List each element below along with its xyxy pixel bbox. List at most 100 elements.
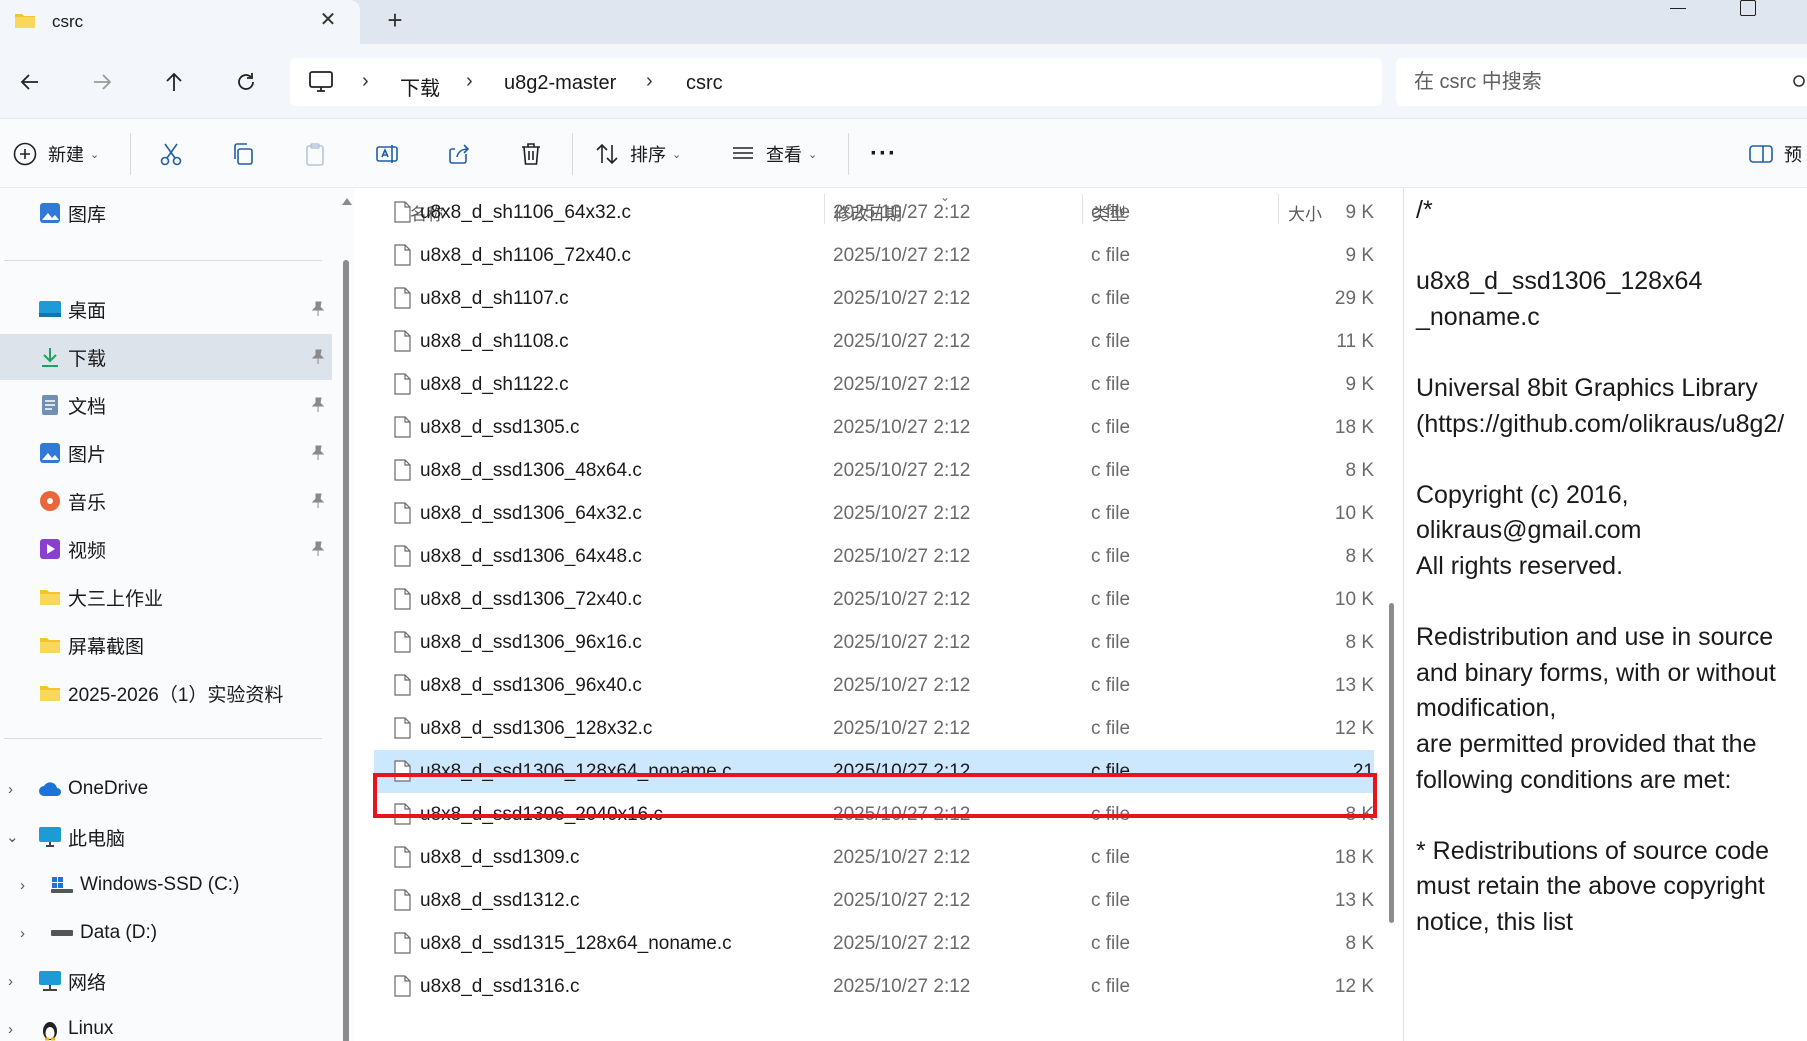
delete-button[interactable] [518, 135, 544, 173]
search-box[interactable] [1396, 58, 1807, 106]
chevron-down-icon[interactable]: ⌄ [6, 828, 19, 846]
sidebar-label: 视频 [68, 540, 107, 562]
sidebar-item-folder[interactable]: 2025-2026（1）实验资料 [0, 670, 332, 716]
file-row[interactable]: u8x8_d_ssd1306_64x32.c 2025/10/27 2:12 c f… [374, 492, 1374, 535]
file-date: 2025/10/27 2:12 [833, 460, 971, 481]
new-tab-button[interactable]: + [380, 6, 410, 36]
file-date: 2025/10/27 2:12 [833, 890, 971, 911]
navigation-pane: 图库 桌面 下载 文档 图片 音乐 视频 大三上作业 屏幕截图 2025-202… [0, 188, 340, 1041]
address-bar[interactable]: › 下载 › u8g2-master › csrc [290, 58, 1382, 106]
scrollbar-thumb[interactable] [343, 260, 349, 1041]
folder-icon [15, 14, 35, 28]
file-date: 2025/10/27 2:12 [833, 718, 971, 739]
file-row[interactable]: u8x8_d_sh1122.c 2025/10/27 2:12 c file 9 K [374, 363, 1374, 406]
pin-icon[interactable] [310, 349, 326, 365]
file-row[interactable]: u8x8_d_ssd1306_96x16.c 2025/10/27 2:12 c f… [374, 621, 1374, 664]
file-icon [394, 459, 411, 481]
chevron-right-icon[interactable]: › [20, 925, 25, 942]
file-row[interactable]: u8x8_d_ssd1306_72x40.c 2025/10/27 2:12 c f… [374, 578, 1374, 621]
sidebar-item-onedrive[interactable]: › OneDrive [0, 766, 332, 812]
file-row[interactable]: u8x8_d_sh1108.c 2025/10/27 2:12 c file 11 K [374, 320, 1374, 363]
chevron-right-icon[interactable]: › [8, 781, 13, 798]
file-size: 10 K [1334, 503, 1374, 524]
breadcrumb-csrc[interactable]: csrc [686, 72, 723, 95]
file-name: u8x8_d_sh1107.c [420, 288, 569, 309]
file-row[interactable]: u8x8_d_ssd1306_2040x16.c 2025/10/27 2:12 c… [374, 793, 1374, 836]
share-button[interactable] [446, 135, 472, 173]
scroll-up-arrow-icon[interactable] [342, 198, 352, 205]
more-icon: ··· [870, 140, 897, 167]
pin-icon[interactable] [310, 541, 326, 557]
scrollbar-thumb[interactable] [1389, 603, 1394, 923]
maximize-button[interactable] [1740, 0, 1756, 16]
sidebar-item-pictures[interactable]: 图片 [0, 430, 332, 476]
new-button[interactable]: 新建 ⌄ [12, 135, 99, 173]
sidebar-item-music[interactable]: 音乐 [0, 478, 332, 524]
sidebar-item-drive-c[interactable]: › Windows-SSD (C:) [0, 862, 332, 908]
back-button[interactable] [10, 62, 50, 102]
file-date: 2025/10/27 2:12 [833, 761, 971, 782]
file-row[interactable]: u8x8_d_ssd1312.c 2025/10/27 2:12 c file 13 … [374, 879, 1374, 922]
pin-icon[interactable] [310, 301, 326, 317]
sidebar-item-this-pc[interactable]: ⌄ 此电脑 [0, 814, 332, 860]
breadcrumb-downloads[interactable]: 下载 [400, 72, 440, 101]
file-list-scrollbar[interactable] [1386, 188, 1398, 1041]
preview-pane-button[interactable]: 预 [1748, 135, 1802, 173]
file-name: u8x8_d_sh1108.c [420, 331, 569, 352]
plus-circle-icon [13, 142, 37, 166]
chevron-right-icon[interactable]: › [8, 1021, 13, 1038]
view-button[interactable]: 查看 ⌄ [730, 135, 817, 173]
file-row[interactable]: u8x8_d_ssd1306_96x40.c 2025/10/27 2:12 c f… [374, 664, 1374, 707]
share-icon [449, 144, 470, 164]
copy-button[interactable] [230, 135, 256, 173]
file-row[interactable]: u8x8_d_ssd1316.c 2025/10/27 2:12 c file 12 … [374, 965, 1374, 1008]
close-tab-icon[interactable]: ✕ [316, 8, 340, 32]
file-row[interactable]: u8x8_d_sh1107.c 2025/10/27 2:12 c file 29 K [374, 277, 1374, 320]
penguin-icon [38, 1017, 62, 1041]
divider [4, 260, 322, 261]
chevron-right-icon[interactable]: › [20, 877, 25, 894]
tab-csrc[interactable]: csrc ✕ [0, 0, 360, 44]
cut-button[interactable] [158, 135, 184, 173]
preview-line: /* [1416, 196, 1433, 224]
up-button[interactable] [154, 62, 194, 102]
file-row[interactable]: u8x8_d_ssd1306_128x32.c 2025/10/27 2:12 c … [374, 707, 1374, 750]
pin-icon[interactable] [310, 445, 326, 461]
sidebar-item-drive-d[interactable]: › Data (D:) [0, 910, 332, 956]
file-name: u8x8_d_ssd1305.c [420, 417, 580, 438]
file-row[interactable]: u8x8_d_ssd1315_128x64_noname.c 2025/10/27… [374, 922, 1374, 965]
breadcrumb-u8g2-master[interactable]: u8g2-master [504, 72, 616, 95]
sort-button[interactable]: 排序 ⌄ [594, 135, 681, 173]
paste-button[interactable] [302, 135, 328, 173]
file-size: 12 K [1334, 976, 1374, 997]
file-date: 2025/10/27 2:12 [833, 288, 971, 309]
sidebar-item-downloads[interactable]: 下载 [0, 334, 332, 380]
file-row[interactable]: u8x8_d_sh1106_72x40.c 2025/10/27 2:12 c fi… [374, 234, 1374, 277]
file-name: u8x8_d_ssd1306_128x32.c [420, 718, 653, 739]
forward-button[interactable] [82, 62, 122, 102]
search-input[interactable] [1414, 68, 1794, 96]
sidebar-item-documents[interactable]: 文档 [0, 382, 332, 428]
chevron-right-icon[interactable]: › [8, 973, 13, 990]
file-row[interactable]: u8x8_d_ssd1306_64x48.c 2025/10/27 2:12 c f… [374, 535, 1374, 578]
file-row[interactable]: u8x8_d_ssd1306_48x64.c 2025/10/27 2:12 c f… [374, 449, 1374, 492]
file-row[interactable]: u8x8_d_ssd1305.c 2025/10/27 2:12 c file 18 … [374, 406, 1374, 449]
sidebar-item-folder[interactable]: 大三上作业 [0, 574, 332, 620]
rename-button[interactable] [374, 135, 400, 173]
minimize-button[interactable] [1664, 2, 1692, 14]
sidebar-item-network[interactable]: › 网络 [0, 958, 332, 1004]
sidebar-item-linux[interactable]: › Linux [0, 1006, 332, 1041]
file-row[interactable]: u8x8_d_sh1106_64x32.c 2025/10/27 2:12 c fi… [374, 191, 1374, 234]
more-options-button[interactable]: ··· [870, 135, 897, 173]
sidebar-item-videos[interactable]: 视频 [0, 526, 332, 572]
sidebar-item-desktop[interactable]: 桌面 [0, 286, 332, 332]
sidebar-item-gallery[interactable]: 图库 [0, 190, 332, 236]
refresh-button[interactable] [226, 62, 266, 102]
sidebar-scrollbar[interactable] [340, 188, 354, 1041]
sidebar-item-folder[interactable]: 屏幕截图 [0, 622, 332, 668]
pin-icon[interactable] [310, 397, 326, 413]
pin-icon[interactable] [310, 493, 326, 509]
file-row[interactable]: u8x8_d_ssd1309.c 2025/10/27 2:12 c file 18 … [374, 836, 1374, 879]
list-view-icon [733, 147, 753, 159]
file-row[interactable]: u8x8_d_ssd1306_128x64_noname.c 2025/10/27… [374, 750, 1374, 793]
